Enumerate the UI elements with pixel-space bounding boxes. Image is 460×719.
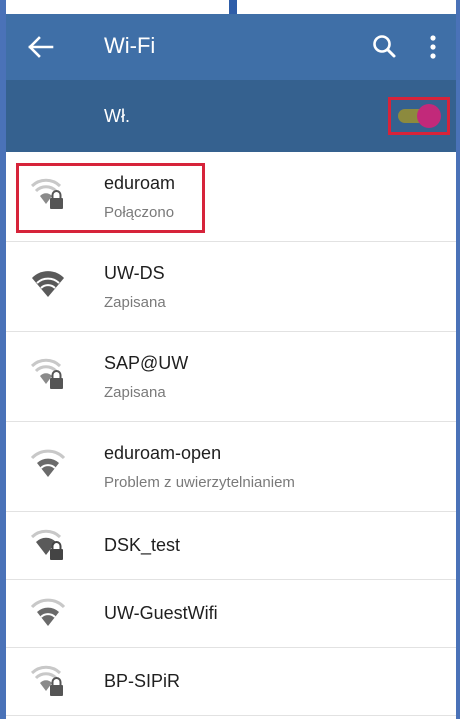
network-name: eduroam-open — [104, 443, 222, 463]
left-edge-bar — [0, 0, 6, 719]
annotation-highlight-network — [16, 163, 205, 233]
right-edge-bar — [456, 0, 460, 719]
network-item-uw-ds[interactable]: UW-DS Zapisana — [0, 242, 460, 332]
arrow-back-icon — [28, 36, 54, 58]
network-name: DSK_test — [104, 535, 181, 555]
wifi-lock-medium-icon — [30, 529, 63, 560]
wifi-settings-screen: Wi-Fi Wł. eduroam Połączono UW-DS Zapisa… — [0, 0, 460, 719]
wifi-lock-weak-icon — [30, 665, 63, 696]
network-item-uw-guestwifi[interactable]: UW-GuestWifi — [0, 580, 460, 648]
network-list: eduroam Połączono UW-DS Zapisana SAP@UW … — [0, 152, 460, 716]
page-title: Wi-Fi — [104, 33, 156, 58]
network-item-dsk-test[interactable]: DSK_test — [0, 512, 460, 580]
back-button[interactable] — [22, 30, 62, 64]
network-item-bp-sipir[interactable]: BP-SIPiR — [0, 648, 460, 716]
network-status: Problem z uwierzytelnianiem — [104, 474, 295, 491]
network-name: UW-DS — [104, 263, 165, 283]
network-item-eduroam[interactable]: eduroam Połączono — [0, 152, 460, 242]
wifi-lock-weak-icon — [30, 358, 63, 389]
network-status: Zapisana — [104, 384, 166, 401]
switch-label: Wł. — [104, 106, 130, 126]
network-status: Zapisana — [104, 294, 166, 311]
wifi-medium-icon — [30, 449, 66, 477]
app-bar: Wi-Fi — [0, 14, 460, 80]
wifi-toggle[interactable] — [395, 104, 445, 128]
network-name: BP-SIPiR — [104, 671, 181, 691]
network-item-sap-uw[interactable]: SAP@UW Zapisana — [0, 332, 460, 422]
toggle-thumb — [417, 104, 441, 128]
wifi-full-icon — [32, 271, 64, 297]
search-icon — [373, 35, 396, 58]
network-name: UW-GuestWifi — [104, 603, 218, 623]
wifi-medium-icon — [30, 598, 66, 626]
more-options-button[interactable] — [420, 30, 446, 64]
network-item-eduroam-open[interactable]: eduroam-open Problem z uwierzytelnianiem — [0, 422, 460, 512]
search-button[interactable] — [368, 30, 402, 64]
wifi-master-switch-bar[interactable]: Wł. — [0, 80, 460, 152]
top-tab — [229, 0, 237, 14]
more-vert-icon — [430, 35, 436, 59]
network-name: SAP@UW — [104, 353, 189, 373]
